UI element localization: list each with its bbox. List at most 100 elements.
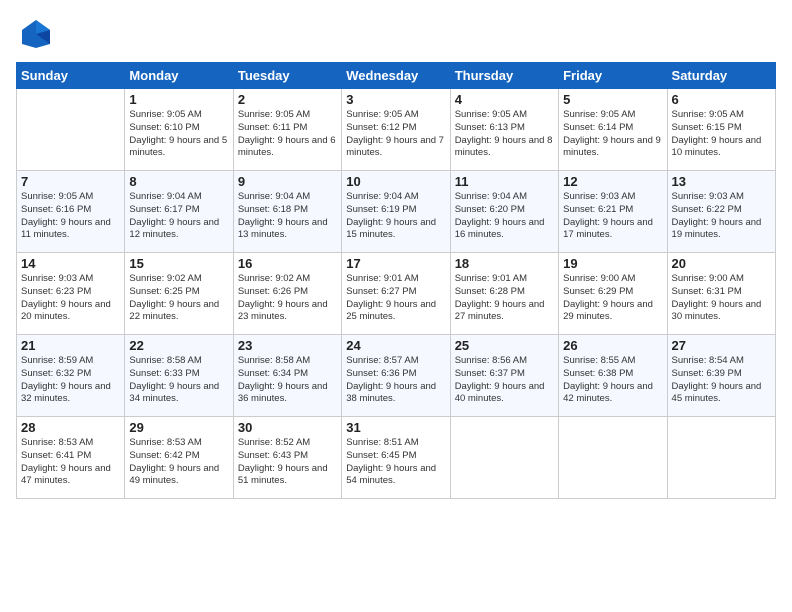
cell-info: Sunrise: 8:51 AMSunset: 6:45 PMDaylight:… xyxy=(346,437,445,488)
day-number: 22 xyxy=(129,338,228,353)
cell-info: Sunrise: 8:56 AMSunset: 6:37 PMDaylight:… xyxy=(455,355,554,406)
calendar-cell xyxy=(17,89,125,171)
calendar-cell: 6 Sunrise: 9:05 AMSunset: 6:15 PMDaylight… xyxy=(667,89,775,171)
calendar-cell xyxy=(667,417,775,499)
calendar-cell: 21 Sunrise: 8:59 AMSunset: 6:32 PMDayligh… xyxy=(17,335,125,417)
day-number: 21 xyxy=(21,338,120,353)
cell-info: Sunrise: 8:52 AMSunset: 6:43 PMDaylight:… xyxy=(238,437,337,488)
header xyxy=(16,16,776,52)
cell-info: Sunrise: 9:03 AMSunset: 6:23 PMDaylight:… xyxy=(21,273,120,324)
calendar-cell: 23 Sunrise: 8:58 AMSunset: 6:34 PMDayligh… xyxy=(233,335,341,417)
page: SundayMondayTuesdayWednesdayThursdayFrid… xyxy=(0,0,792,612)
calendar-cell: 17Sunrise: 9:01 AMSunset: 6:27 PMDayligh… xyxy=(342,253,450,335)
day-number: 14 xyxy=(21,256,120,271)
weekday-header-friday: Friday xyxy=(559,63,667,89)
cell-info: Sunrise: 9:00 AMSunset: 6:31 PMDaylight:… xyxy=(672,273,771,324)
cell-info: Sunrise: 8:54 AMSunset: 6:39 PMDaylight:… xyxy=(672,355,771,406)
calendar-cell: 8 Sunrise: 9:04 AMSunset: 6:17 PMDaylight… xyxy=(125,171,233,253)
cell-info: Sunrise: 9:05 AMSunset: 6:10 PMDaylight:… xyxy=(129,109,228,160)
day-number: 20 xyxy=(672,256,771,271)
calendar-cell: 31 Sunrise: 8:51 AMSunset: 6:45 PMDayligh… xyxy=(342,417,450,499)
calendar: SundayMondayTuesdayWednesdayThursdayFrid… xyxy=(16,62,776,499)
cell-info: Sunrise: 9:04 AMSunset: 6:19 PMDaylight:… xyxy=(346,191,445,242)
cell-info: Sunrise: 9:04 AMSunset: 6:18 PMDaylight:… xyxy=(238,191,337,242)
calendar-cell: 20 Sunrise: 9:00 AMSunset: 6:31 PMDayligh… xyxy=(667,253,775,335)
week-row-3: 21 Sunrise: 8:59 AMSunset: 6:32 PMDayligh… xyxy=(17,335,776,417)
day-number: 1 xyxy=(129,92,228,107)
logo-icon xyxy=(16,16,52,52)
cell-info: Sunrise: 9:00 AMSunset: 6:29 PMDaylight:… xyxy=(563,273,662,324)
calendar-cell: 1 Sunrise: 9:05 AMSunset: 6:10 PMDaylight… xyxy=(125,89,233,171)
weekday-header-sunday: Sunday xyxy=(17,63,125,89)
day-number: 6 xyxy=(672,92,771,107)
cell-info: Sunrise: 9:05 AMSunset: 6:11 PMDaylight:… xyxy=(238,109,337,160)
calendar-cell: 15 Sunrise: 9:02 AMSunset: 6:25 PMDayligh… xyxy=(125,253,233,335)
calendar-cell: 24Sunrise: 8:57 AMSunset: 6:36 PMDayligh… xyxy=(342,335,450,417)
calendar-cell: 22 Sunrise: 8:58 AMSunset: 6:33 PMDayligh… xyxy=(125,335,233,417)
calendar-cell: 26Sunrise: 8:55 AMSunset: 6:38 PMDayligh… xyxy=(559,335,667,417)
logo xyxy=(16,16,54,52)
calendar-cell xyxy=(450,417,558,499)
weekday-header-monday: Monday xyxy=(125,63,233,89)
calendar-cell: 27 Sunrise: 8:54 AMSunset: 6:39 PMDayligh… xyxy=(667,335,775,417)
cell-info: Sunrise: 8:57 AMSunset: 6:36 PMDaylight:… xyxy=(346,355,445,406)
day-number: 12 xyxy=(563,174,662,189)
cell-info: Sunrise: 9:03 AMSunset: 6:21 PMDaylight:… xyxy=(563,191,662,242)
weekday-header-saturday: Saturday xyxy=(667,63,775,89)
calendar-cell: 25 Sunrise: 8:56 AMSunset: 6:37 PMDayligh… xyxy=(450,335,558,417)
calendar-cell: 10Sunrise: 9:04 AMSunset: 6:19 PMDayligh… xyxy=(342,171,450,253)
calendar-cell: 11 Sunrise: 9:04 AMSunset: 6:20 PMDayligh… xyxy=(450,171,558,253)
calendar-cell: 16Sunrise: 9:02 AMSunset: 6:26 PMDayligh… xyxy=(233,253,341,335)
day-number: 28 xyxy=(21,420,120,435)
day-number: 18 xyxy=(455,256,554,271)
calendar-cell: 29Sunrise: 8:53 AMSunset: 6:42 PMDayligh… xyxy=(125,417,233,499)
cell-info: Sunrise: 9:05 AMSunset: 6:15 PMDaylight:… xyxy=(672,109,771,160)
calendar-cell: 28 Sunrise: 8:53 AMSunset: 6:41 PMDayligh… xyxy=(17,417,125,499)
week-row-2: 14 Sunrise: 9:03 AMSunset: 6:23 PMDayligh… xyxy=(17,253,776,335)
calendar-cell xyxy=(559,417,667,499)
day-number: 11 xyxy=(455,174,554,189)
cell-info: Sunrise: 9:04 AMSunset: 6:20 PMDaylight:… xyxy=(455,191,554,242)
day-number: 23 xyxy=(238,338,337,353)
calendar-cell: 18 Sunrise: 9:01 AMSunset: 6:28 PMDayligh… xyxy=(450,253,558,335)
day-number: 30 xyxy=(238,420,337,435)
day-number: 25 xyxy=(455,338,554,353)
weekday-header-row: SundayMondayTuesdayWednesdayThursdayFrid… xyxy=(17,63,776,89)
calendar-cell: 2 Sunrise: 9:05 AMSunset: 6:11 PMDaylight… xyxy=(233,89,341,171)
cell-info: Sunrise: 9:04 AMSunset: 6:17 PMDaylight:… xyxy=(129,191,228,242)
day-number: 13 xyxy=(672,174,771,189)
cell-info: Sunrise: 8:58 AMSunset: 6:33 PMDaylight:… xyxy=(129,355,228,406)
day-number: 29 xyxy=(129,420,228,435)
cell-info: Sunrise: 8:55 AMSunset: 6:38 PMDaylight:… xyxy=(563,355,662,406)
calendar-cell: 7Sunrise: 9:05 AMSunset: 6:16 PMDaylight… xyxy=(17,171,125,253)
cell-info: Sunrise: 8:58 AMSunset: 6:34 PMDaylight:… xyxy=(238,355,337,406)
day-number: 7 xyxy=(21,174,120,189)
calendar-cell: 4 Sunrise: 9:05 AMSunset: 6:13 PMDaylight… xyxy=(450,89,558,171)
day-number: 27 xyxy=(672,338,771,353)
weekday-header-thursday: Thursday xyxy=(450,63,558,89)
calendar-cell: 5Sunrise: 9:05 AMSunset: 6:14 PMDaylight… xyxy=(559,89,667,171)
day-number: 2 xyxy=(238,92,337,107)
calendar-cell: 12 Sunrise: 9:03 AMSunset: 6:21 PMDayligh… xyxy=(559,171,667,253)
calendar-cell: 13 Sunrise: 9:03 AMSunset: 6:22 PMDayligh… xyxy=(667,171,775,253)
calendar-cell: 19Sunrise: 9:00 AMSunset: 6:29 PMDayligh… xyxy=(559,253,667,335)
day-number: 4 xyxy=(455,92,554,107)
weekday-header-wednesday: Wednesday xyxy=(342,63,450,89)
calendar-cell: 14 Sunrise: 9:03 AMSunset: 6:23 PMDayligh… xyxy=(17,253,125,335)
cell-info: Sunrise: 9:05 AMSunset: 6:13 PMDaylight:… xyxy=(455,109,554,160)
day-number: 31 xyxy=(346,420,445,435)
cell-info: Sunrise: 9:02 AMSunset: 6:25 PMDaylight:… xyxy=(129,273,228,324)
cell-info: Sunrise: 9:01 AMSunset: 6:28 PMDaylight:… xyxy=(455,273,554,324)
cell-info: Sunrise: 8:59 AMSunset: 6:32 PMDaylight:… xyxy=(21,355,120,406)
weekday-header-tuesday: Tuesday xyxy=(233,63,341,89)
cell-info: Sunrise: 9:03 AMSunset: 6:22 PMDaylight:… xyxy=(672,191,771,242)
calendar-cell: 30 Sunrise: 8:52 AMSunset: 6:43 PMDayligh… xyxy=(233,417,341,499)
day-number: 17 xyxy=(346,256,445,271)
day-number: 8 xyxy=(129,174,228,189)
cell-info: Sunrise: 8:53 AMSunset: 6:41 PMDaylight:… xyxy=(21,437,120,488)
calendar-cell: 9Sunrise: 9:04 AMSunset: 6:18 PMDaylight… xyxy=(233,171,341,253)
cell-info: Sunrise: 9:05 AMSunset: 6:14 PMDaylight:… xyxy=(563,109,662,160)
week-row-4: 28 Sunrise: 8:53 AMSunset: 6:41 PMDayligh… xyxy=(17,417,776,499)
day-number: 15 xyxy=(129,256,228,271)
cell-info: Sunrise: 9:02 AMSunset: 6:26 PMDaylight:… xyxy=(238,273,337,324)
